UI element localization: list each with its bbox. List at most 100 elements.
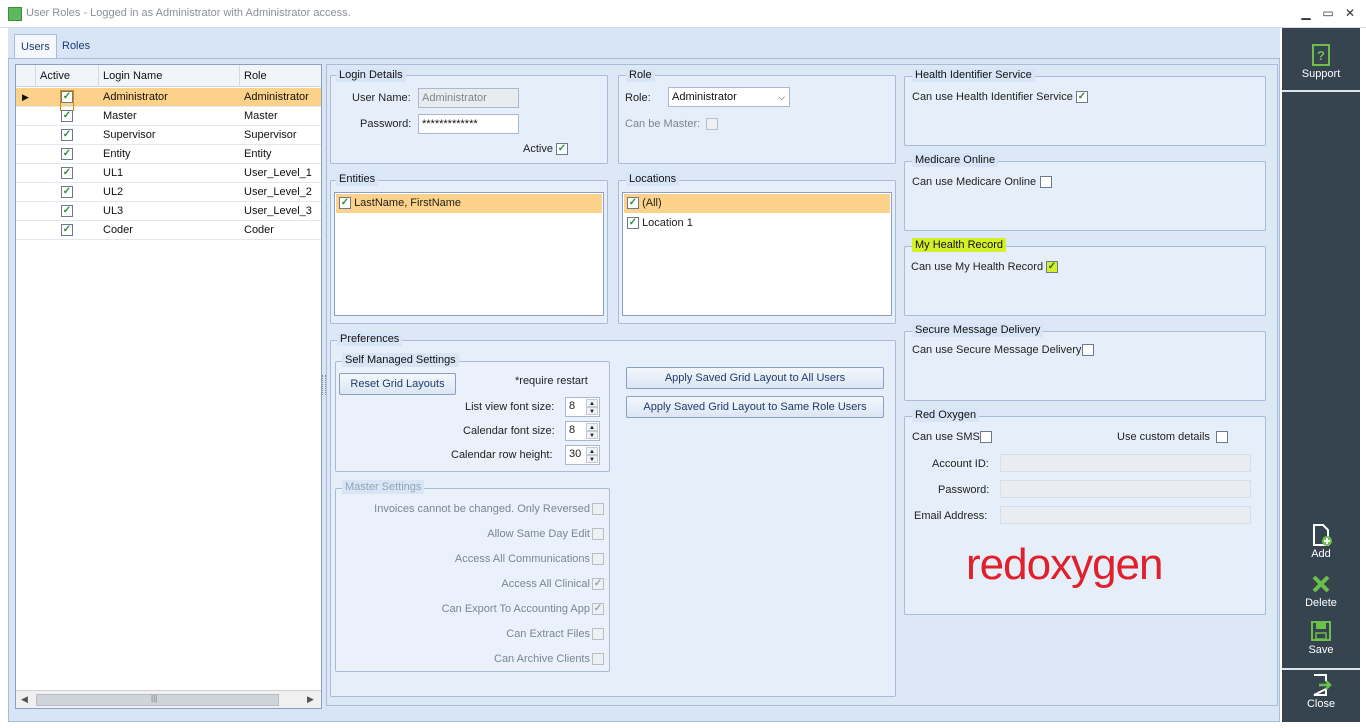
- entity-label: LastName, FirstName: [354, 197, 462, 209]
- mhr-checkbox[interactable]: ✓: [1046, 261, 1058, 273]
- logo-text-oxygen: oxygen: [1026, 540, 1164, 589]
- close-window-button[interactable]: ✕: [1340, 4, 1360, 22]
- row-indicator-icon: [16, 107, 36, 126]
- action-sidebar: [1282, 28, 1360, 722]
- email-label: Email Address:: [914, 510, 988, 522]
- ro-password-label: Password:: [938, 484, 990, 496]
- role-select[interactable]: Administrator ⌵: [668, 87, 790, 107]
- can-be-master-checkbox[interactable]: [706, 118, 718, 130]
- entities-list[interactable]: ✓ LastName, FirstName: [334, 192, 604, 316]
- his-checkbox[interactable]: ✓: [1076, 91, 1088, 103]
- mhr-label: Can use My Health Record: [911, 261, 1044, 273]
- spin-up-icon[interactable]: ▲: [586, 447, 598, 455]
- apply-all-users-button[interactable]: Apply Saved Grid Layout to All Users: [626, 367, 884, 389]
- row-indicator-icon: [16, 164, 36, 183]
- table-row[interactable]: ▶ ✓ Administrator Administrator: [16, 88, 321, 111]
- spin-down-icon[interactable]: ▼: [586, 407, 598, 415]
- floppy-disk-icon: [1311, 621, 1331, 641]
- role-label: Role:: [625, 92, 651, 104]
- role-cell: Master: [244, 110, 278, 122]
- spin-up-icon[interactable]: ▲: [586, 423, 598, 431]
- sms-checkbox[interactable]: [980, 431, 992, 443]
- tab-roles[interactable]: Roles: [56, 34, 96, 58]
- table-row[interactable]: ✓ UL1 User_Level_1: [16, 164, 321, 183]
- minimize-button[interactable]: ▁: [1296, 4, 1316, 22]
- spin-down-icon[interactable]: ▼: [586, 455, 598, 463]
- maximize-button[interactable]: ▭: [1318, 4, 1338, 22]
- tab-users[interactable]: Users: [14, 34, 57, 58]
- active-row-checkbox[interactable]: ✓: [61, 205, 73, 217]
- chevron-down-icon: ⌵: [778, 92, 785, 102]
- active-row-checkbox[interactable]: ✓: [61, 129, 73, 141]
- location-checkbox[interactable]: ✓: [627, 197, 639, 210]
- row-indicator-icon: [16, 202, 36, 221]
- role-cell: User_Level_1: [244, 167, 312, 179]
- locations-title: Locations: [626, 172, 680, 186]
- active-row-checkbox[interactable]: ✓: [61, 91, 73, 103]
- role-cell: Administrator: [244, 91, 309, 103]
- entity-checkbox[interactable]: ✓: [339, 197, 351, 210]
- location-checkbox[interactable]: ✓: [627, 217, 639, 230]
- smd-checkbox[interactable]: [1082, 344, 1094, 356]
- master-setting-checkbox[interactable]: [592, 653, 604, 665]
- master-setting-checkbox[interactable]: [592, 628, 604, 640]
- grid-header: Active Login Name Role: [16, 65, 321, 87]
- table-row[interactable]: ✓ Master Master: [16, 107, 321, 126]
- active-row-checkbox[interactable]: ✓: [61, 110, 73, 122]
- master-setting-checkbox[interactable]: ✓: [592, 603, 604, 615]
- list-item[interactable]: ✓ (All): [624, 194, 890, 213]
- column-header-role[interactable]: Role: [240, 65, 321, 87]
- active-row-checkbox[interactable]: ✓: [61, 224, 73, 236]
- username-field[interactable]: Administrator: [418, 88, 519, 108]
- calendar-row-value: 30: [569, 448, 582, 460]
- support-button[interactable]: ? Support: [1282, 44, 1360, 80]
- calendar-font-stepper[interactable]: 8 ▲ ▼: [565, 421, 600, 441]
- calendar-row-stepper[interactable]: 30 ▲ ▼: [565, 445, 600, 465]
- close-button[interactable]: Close: [1282, 674, 1360, 710]
- active-row-checkbox[interactable]: ✓: [61, 167, 73, 179]
- medicare-checkbox[interactable]: [1040, 176, 1052, 188]
- password-field[interactable]: *************: [418, 114, 519, 134]
- column-header-active[interactable]: Active: [36, 65, 99, 87]
- active-row-checkbox[interactable]: ✓: [61, 148, 73, 160]
- master-setting-label: Invoices cannot be changed. Only Reverse…: [374, 503, 590, 515]
- locations-list[interactable]: ✓ (All) ✓ Location 1: [622, 192, 892, 316]
- email-field[interactable]: [1000, 506, 1251, 524]
- list-item[interactable]: ✓ Location 1: [624, 214, 890, 233]
- table-row[interactable]: ✓ Coder Coder: [16, 221, 321, 240]
- sidebar-divider: [1282, 668, 1360, 670]
- delete-button[interactable]: Delete: [1282, 573, 1360, 609]
- ro-password-field[interactable]: [1000, 480, 1251, 498]
- table-row[interactable]: ✓ UL2 User_Level_2: [16, 183, 321, 202]
- close-label: Close: [1306, 698, 1336, 710]
- list-font-stepper[interactable]: 8 ▲ ▼: [565, 397, 600, 417]
- table-row[interactable]: ✓ UL3 User_Level_3: [16, 202, 321, 221]
- active-row-checkbox[interactable]: ✓: [61, 186, 73, 198]
- apply-same-role-button[interactable]: Apply Saved Grid Layout to Same Role Use…: [626, 396, 884, 418]
- save-button[interactable]: Save: [1282, 620, 1360, 656]
- spin-down-icon[interactable]: ▼: [586, 431, 598, 439]
- scroll-left-icon[interactable]: ◀: [21, 694, 28, 705]
- spin-up-icon[interactable]: ▲: [586, 399, 598, 407]
- master-setting-checkbox[interactable]: [592, 503, 604, 515]
- horizontal-scrollbar[interactable]: ◀ ||| ▶: [16, 690, 321, 708]
- users-grid[interactable]: Active Login Name Role ▶ ✓ Administrator Ad…: [15, 64, 322, 709]
- account-id-field[interactable]: [1000, 454, 1251, 472]
- table-row[interactable]: ✓ Supervisor Supervisor: [16, 126, 321, 145]
- list-item[interactable]: ✓ LastName, FirstName: [336, 194, 602, 213]
- scrollbar-thumb[interactable]: |||: [36, 694, 279, 706]
- scroll-right-icon[interactable]: ▶: [307, 694, 314, 705]
- column-header-login-name[interactable]: Login Name: [99, 65, 240, 87]
- active-checkbox[interactable]: ✓: [556, 143, 568, 155]
- tab-strip: [8, 28, 1280, 58]
- reset-grid-layouts-button[interactable]: Reset Grid Layouts: [339, 373, 456, 395]
- add-button[interactable]: Add: [1282, 524, 1360, 560]
- master-setting-checkbox[interactable]: ✓: [592, 578, 604, 590]
- smd-label: Can use Secure Message Delivery: [912, 344, 1082, 356]
- preferences-title: Preferences: [337, 332, 403, 346]
- his-group: [904, 76, 1266, 146]
- custom-details-checkbox[interactable]: [1216, 431, 1228, 443]
- master-setting-checkbox[interactable]: [592, 528, 604, 540]
- master-setting-checkbox[interactable]: [592, 553, 604, 565]
- table-row[interactable]: ✓ Entity Entity: [16, 145, 321, 164]
